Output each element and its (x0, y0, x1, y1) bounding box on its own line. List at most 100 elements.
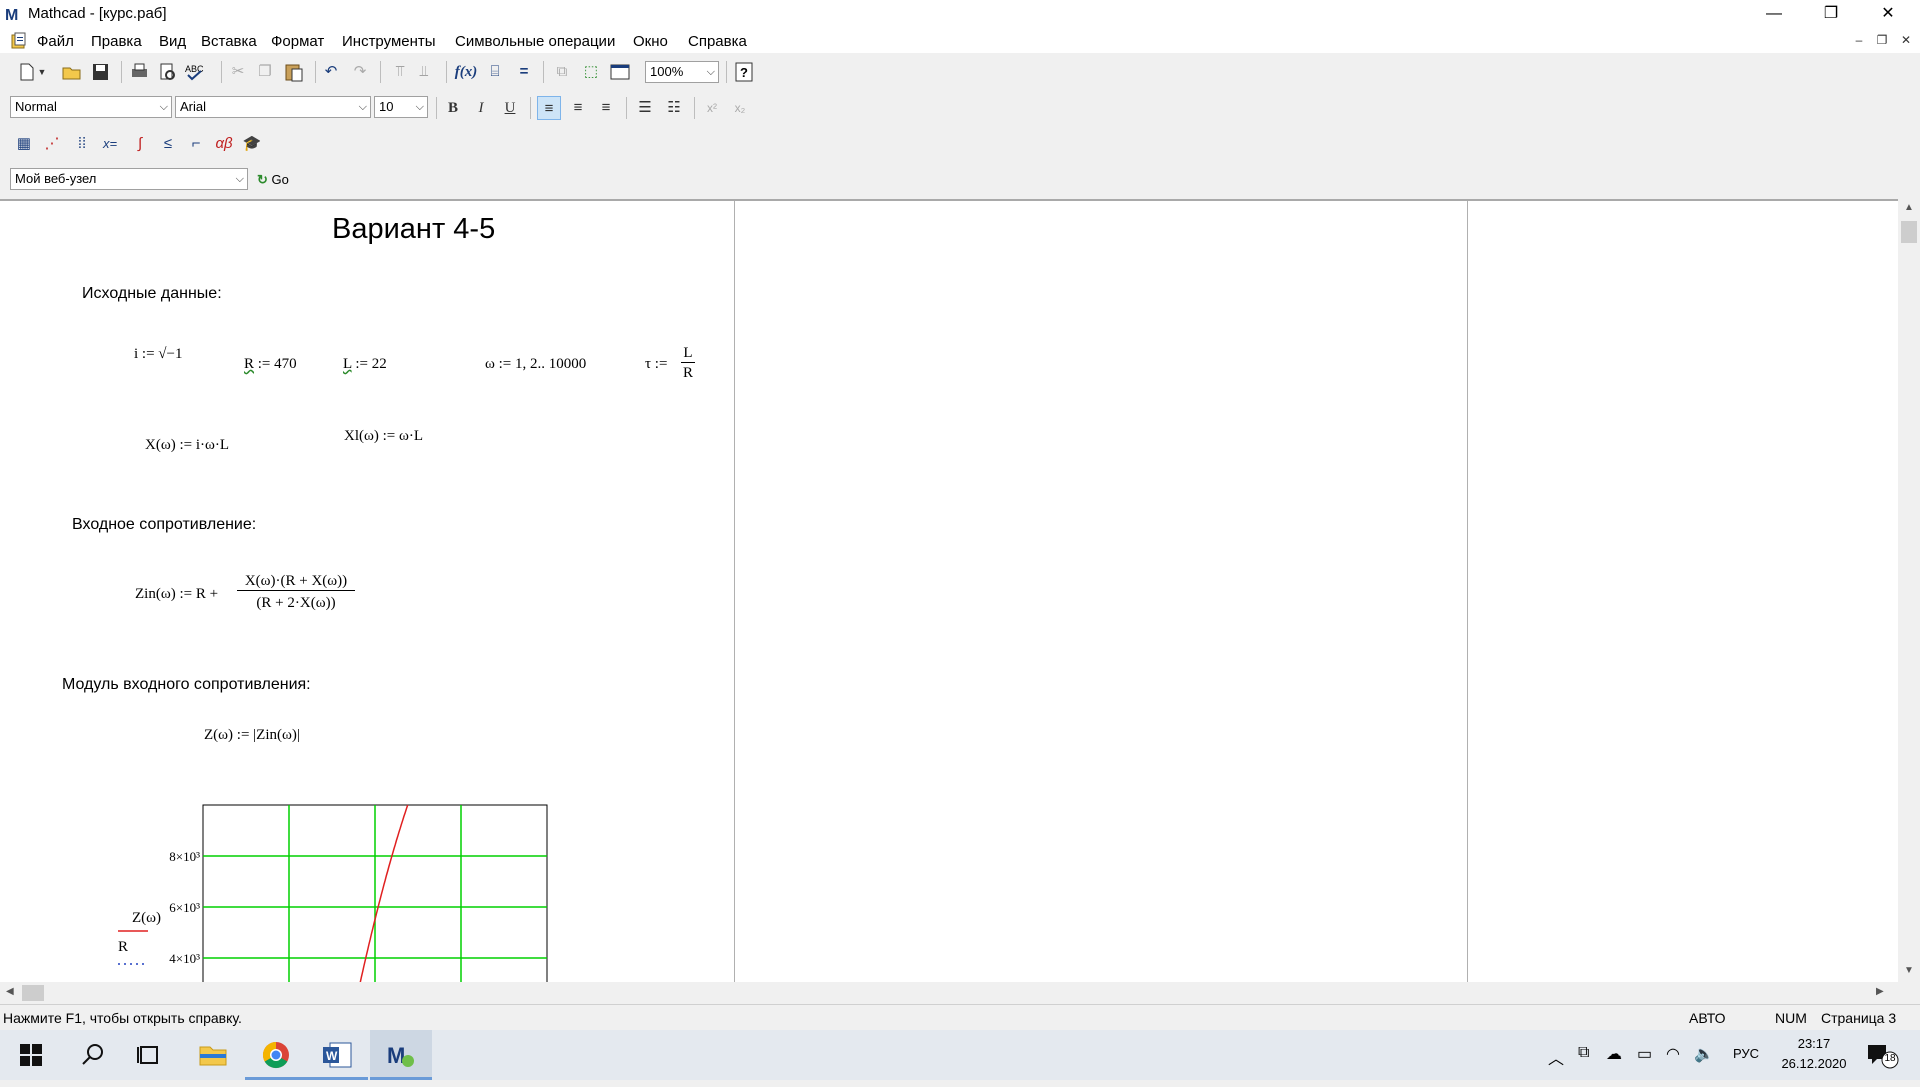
evaluation-palette-icon[interactable]: x= (98, 132, 122, 156)
mathcad-taskbar-icon[interactable]: M (370, 1030, 432, 1080)
battery-icon[interactable]: ▭ (1637, 1044, 1652, 1064)
close-button[interactable]: ✕ (1860, 0, 1916, 29)
def-impedance-modulus[interactable]: Z(ω) := |Zin(ω)| (204, 727, 300, 744)
undo-icon[interactable]: ↶ (319, 60, 343, 84)
def-reactance-complex[interactable]: X(ω) := i·ω·L (145, 437, 229, 454)
menu-help[interactable]: Справка (688, 33, 747, 50)
input-impedance-label[interactable]: Входное сопротивление: (72, 516, 256, 534)
spell-check-icon[interactable]: ABC (182, 60, 206, 84)
mdi-restore-button[interactable]: ❐ (1872, 33, 1892, 47)
copy-icon[interactable]: ❐ (253, 60, 277, 84)
menu-insert[interactable]: Вставка (201, 33, 257, 50)
def-resistance[interactable]: R := 470 (244, 356, 297, 373)
print-preview-icon[interactable] (155, 60, 179, 84)
tray-overflow-icon[interactable]: ︿ (1548, 1045, 1564, 1069)
calculus-palette-icon[interactable]: ∫ (128, 132, 152, 156)
search-icon[interactable] (62, 1030, 124, 1080)
clock-time[interactable]: 23:17 (1778, 1036, 1850, 1051)
scroll-thumb[interactable] (1901, 221, 1917, 243)
symbolic-palette-icon[interactable]: 🎓 (240, 132, 264, 156)
matrix-palette-icon[interactable]: ⁞⁞ (70, 132, 94, 156)
programming-palette-icon[interactable]: ⌐ (184, 132, 208, 156)
go-button[interactable]: ↻ Go (257, 168, 289, 192)
redo-icon[interactable]: ↷ (348, 60, 372, 84)
def-imaginary-unit[interactable]: i := √−1 (134, 346, 183, 363)
underline-button[interactable]: U (498, 96, 522, 120)
wifi-icon[interactable]: ◠ (1666, 1044, 1680, 1064)
notifications-icon[interactable]: 18 (1866, 1043, 1900, 1069)
scroll-left-icon[interactable]: ◀ (6, 986, 14, 997)
windows-start-icon[interactable] (0, 1030, 62, 1080)
boolean-palette-icon[interactable]: ≤ (156, 132, 180, 156)
def-input-impedance[interactable]: Zin(ω) := R + X(ω)·(R + X(ω)) (R + 2·X(ω… (135, 572, 375, 618)
modulus-label[interactable]: Модуль входного сопротивления: (62, 676, 311, 694)
align-top-icon[interactable]: ⫪ (388, 60, 412, 84)
resources-icon[interactable] (608, 60, 632, 84)
italic-button[interactable]: I (469, 96, 493, 120)
worksheet-heading[interactable]: Вариант 4-5 (332, 213, 495, 246)
align-center-icon[interactable]: ≡ (566, 96, 590, 120)
meet-now-icon[interactable]: ⧉ (1578, 1044, 1589, 1062)
bold-button[interactable]: B (441, 96, 465, 120)
menu-file[interactable]: Файл (37, 33, 74, 50)
minimize-button[interactable]: — (1746, 0, 1802, 29)
graph-palette-icon[interactable]: ⋰ (40, 132, 64, 156)
superscript-icon[interactable]: x² (700, 96, 724, 120)
new-dropdown-arrow-icon[interactable]: ▼ (36, 60, 48, 84)
file-explorer-icon[interactable] (182, 1030, 244, 1080)
menu-view[interactable]: Вид (159, 33, 186, 50)
scroll-up-icon[interactable]: ▲ (1904, 202, 1914, 213)
source-data-label[interactable]: Исходные данные: (82, 285, 222, 303)
subscript-icon[interactable]: x₂ (728, 96, 752, 120)
onedrive-icon[interactable]: ☁ (1606, 1044, 1622, 1064)
restore-button[interactable]: ❐ (1803, 0, 1859, 29)
paste-icon[interactable] (282, 60, 306, 84)
menu-tools[interactable]: Инструменты (342, 33, 436, 50)
help-icon[interactable]: ? (732, 60, 756, 84)
scroll-down-icon[interactable]: ▼ (1904, 965, 1914, 976)
font-size-combo[interactable]: 10 ⌵ (374, 96, 428, 118)
cut-icon[interactable]: ✂ (226, 60, 250, 84)
menu-format[interactable]: Формат (271, 33, 324, 50)
style-combo[interactable]: Normal ⌵ (10, 96, 172, 118)
insert-unit-icon[interactable]: ⌸ (483, 60, 507, 84)
hscroll-thumb[interactable] (22, 985, 44, 1001)
new-document-icon[interactable] (14, 60, 38, 84)
calculator-palette-icon[interactable]: ▦ (12, 132, 36, 156)
save-disk-icon[interactable] (88, 60, 112, 84)
insert-function-icon[interactable]: f(x) (454, 60, 478, 84)
insert-hyperlink-icon[interactable]: ⧉ (550, 60, 574, 84)
word-icon[interactable]: W (306, 1030, 368, 1080)
component-wizard-icon[interactable]: ⬚ (579, 60, 603, 84)
align-left-icon[interactable]: ≡ (537, 96, 561, 120)
mdi-close-button[interactable]: ✕ (1896, 33, 1916, 47)
vertical-scrollbar[interactable]: ▲ ▼ (1898, 199, 1920, 982)
def-omega-range[interactable]: ω := 1, 2.. 10000 (485, 356, 586, 373)
web-address-combo[interactable]: Мой веб-узел ⌵ (10, 168, 248, 190)
document-icon[interactable] (10, 32, 28, 50)
xy-plot[interactable]: 8×10³ 6×10³ 4×10³ Z(ω) R (108, 801, 558, 995)
font-combo[interactable]: Arial ⌵ (175, 96, 371, 118)
greek-palette-icon[interactable]: αβ (212, 132, 236, 156)
language-indicator[interactable]: РУС (1733, 1046, 1759, 1061)
align-right-icon[interactable]: ≡ (594, 96, 618, 120)
print-icon[interactable] (127, 60, 151, 84)
volume-icon[interactable]: 🔈 (1694, 1044, 1714, 1064)
menu-window[interactable]: Окно (633, 33, 668, 50)
open-folder-icon[interactable] (60, 60, 84, 84)
def-inductance[interactable]: L := 22 (343, 356, 387, 373)
align-down-icon[interactable]: ⫫ (412, 60, 436, 84)
zoom-combo[interactable]: 100% ⌵ (645, 61, 719, 83)
calculate-icon[interactable]: = (512, 60, 536, 84)
clock-date[interactable]: 26.12.2020 (1774, 1056, 1854, 1071)
menu-edit[interactable]: Правка (91, 33, 142, 50)
chrome-icon[interactable] (245, 1030, 307, 1080)
bullet-list-icon[interactable]: ☰ (633, 96, 657, 120)
numbered-list-icon[interactable]: ☷ (662, 96, 686, 120)
task-view-icon[interactable] (118, 1030, 180, 1080)
menu-symbolics[interactable]: Символьные операции (455, 33, 615, 50)
mdi-minimize-button[interactable]: – (1849, 33, 1869, 47)
def-reactance-real[interactable]: Xl(ω) := ω·L (344, 428, 423, 445)
horizontal-scrollbar[interactable]: ◀ ▶ (0, 982, 1898, 1004)
scroll-right-icon[interactable]: ▶ (1876, 986, 1884, 997)
